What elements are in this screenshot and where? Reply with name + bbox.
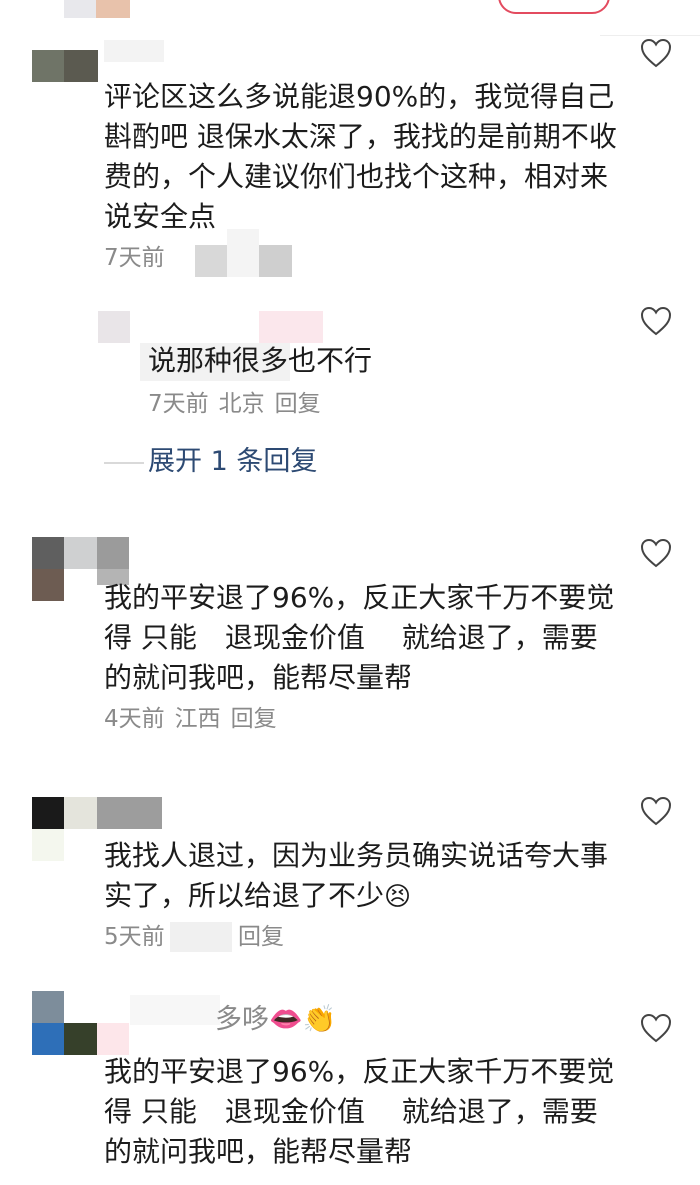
comment-text: 我的平安退了96%，反正大家千万不要觉得 只能 退现金价值 就给退了，需要的就问… xyxy=(104,581,615,694)
username-suffix: 多哆 xyxy=(215,1004,269,1035)
reply-button[interactable]: 回复 xyxy=(231,706,277,732)
like-icon[interactable] xyxy=(640,796,672,826)
reply-time: 7天前 xyxy=(148,391,209,417)
like-icon[interactable] xyxy=(640,306,672,336)
comment-meta: 4天前 江西 回复 xyxy=(104,704,287,734)
reply-username-blur xyxy=(259,311,323,343)
meta-blur-2 xyxy=(227,229,259,277)
comment-text-content: 我找人退过，因为业务员确实说话夸大事实了，所以给退了不少 xyxy=(104,839,609,912)
comment-location: 江西 xyxy=(174,706,221,732)
reply-meta: 7天前 北京 回复 xyxy=(148,389,331,419)
comment-text: 我找人退过，因为业务员确实说话夸大事实了，所以给退了不少😣 xyxy=(104,836,624,917)
top-avatar-blur xyxy=(64,0,96,18)
avatar[interactable] xyxy=(32,50,64,82)
reply-text-content: 说那种很多也不行 xyxy=(148,344,373,377)
meta-blur-3 xyxy=(259,245,292,277)
username-emojis: 👄👏 xyxy=(269,1004,337,1035)
comment-time: 4天前 xyxy=(104,706,165,732)
comment-meta: 5天前 xyxy=(104,922,175,952)
reply-button[interactable]: 回复 xyxy=(238,922,284,952)
like-icon[interactable] xyxy=(640,38,672,68)
meta-blur xyxy=(195,245,227,277)
reply-text: 说那种很多也不行 xyxy=(148,341,508,381)
comment-text: 我的平安退了96%，反正大家千万不要觉得 只能 退现金价值 就给退了，需要的就问… xyxy=(104,1055,615,1168)
avatar[interactable] xyxy=(32,797,64,829)
username[interactable]: 多哆👄👏 xyxy=(215,1002,336,1038)
avatar-part-3 xyxy=(32,569,64,601)
comment-time: 5天前 xyxy=(104,924,165,950)
comment-time: 7天前 xyxy=(104,245,165,271)
reply-avatar[interactable] xyxy=(98,311,130,343)
avatar[interactable] xyxy=(32,537,64,569)
avatar-part xyxy=(64,50,98,82)
reply-location: 北京 xyxy=(218,391,265,417)
avatar-part-2 xyxy=(32,829,64,861)
comment-text: 评论区这么多说能退90%的，我觉得自己斟酌吧 退保水太深了，我找的是前期不收费的… xyxy=(104,80,617,233)
top-divider xyxy=(600,35,700,36)
emoji: 😣 xyxy=(384,882,412,912)
avatar-part-2 xyxy=(64,1023,97,1055)
avatar-part xyxy=(32,1023,64,1055)
username-blur-2 xyxy=(130,995,220,1025)
username-blur xyxy=(97,1023,129,1055)
expand-divider xyxy=(104,462,144,464)
follow-button[interactable] xyxy=(498,0,610,14)
like-icon[interactable] xyxy=(640,538,672,568)
comment-meta: 7天前 xyxy=(104,243,175,273)
meta-blur xyxy=(170,922,232,952)
avatar-part-2 xyxy=(97,537,129,569)
username-blur xyxy=(104,40,164,62)
reply-button[interactable]: 回复 xyxy=(275,391,321,417)
username-blur xyxy=(97,797,162,829)
avatar[interactable] xyxy=(32,991,64,1023)
expand-replies-link[interactable]: 展开 1 条回复 xyxy=(148,444,317,480)
like-icon[interactable] xyxy=(640,1013,672,1043)
avatar-part xyxy=(64,537,97,569)
top-avatar-blur-2 xyxy=(96,0,130,18)
avatar-part xyxy=(64,797,97,829)
